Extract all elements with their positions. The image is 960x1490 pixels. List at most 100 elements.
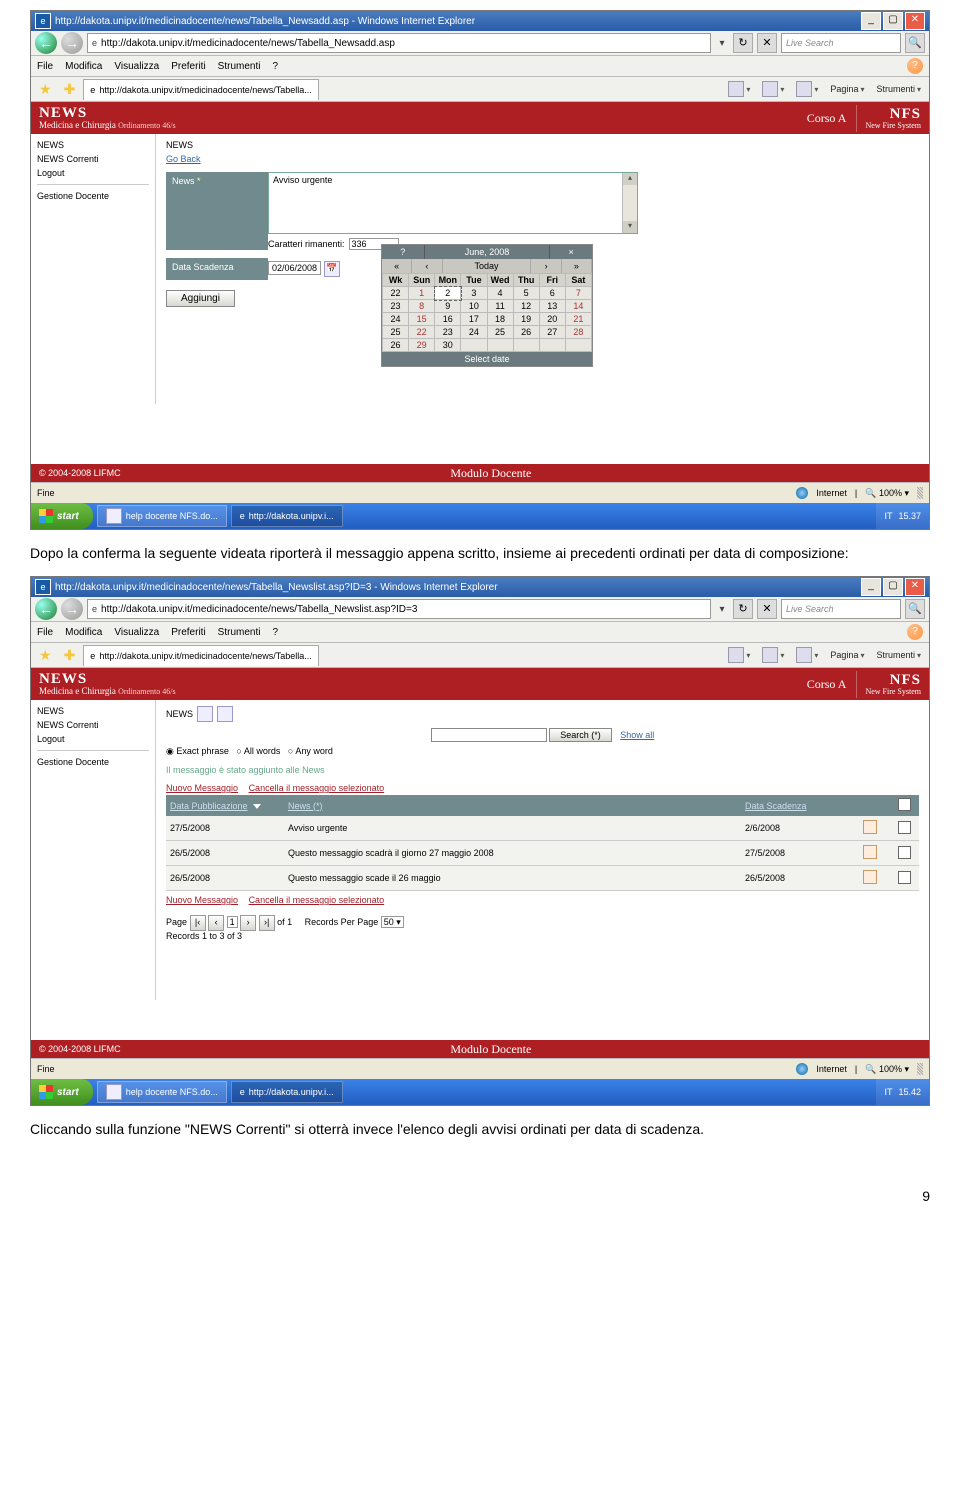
favorites-star-icon[interactable]: ★ xyxy=(35,81,56,98)
menu-strumenti[interactable]: Strumenti xyxy=(218,627,261,638)
strumenti-menu[interactable]: Strumenti▾ xyxy=(872,84,925,94)
menu-help[interactable]: ? xyxy=(272,61,278,72)
side-logout[interactable]: Logout xyxy=(37,732,149,746)
browser-tab[interactable]: e http://dakota.unipv.it/medicinadocente… xyxy=(83,645,318,666)
tray-lang[interactable]: IT xyxy=(884,511,892,521)
help-icon[interactable]: ? xyxy=(907,624,923,640)
radio-all[interactable]: ○ All words xyxy=(236,746,280,756)
menu-help[interactable]: ? xyxy=(272,627,278,638)
cal-month[interactable]: June, 2008 xyxy=(425,245,551,259)
add-favorites-icon[interactable]: ✚ xyxy=(60,81,80,98)
aggiungi-button[interactable]: Aggiungi xyxy=(166,290,235,307)
radio-any[interactable]: ○ Any word xyxy=(288,746,333,756)
show-all-link[interactable]: Show all xyxy=(620,730,654,740)
row-check[interactable] xyxy=(898,871,911,884)
refresh-button[interactable]: ↻ xyxy=(733,599,753,619)
address-dropdown[interactable]: ▾ xyxy=(715,38,729,49)
search-input[interactable] xyxy=(431,728,547,742)
menu-file[interactable]: File xyxy=(37,627,53,638)
menu-modifica[interactable]: Modifica xyxy=(65,61,102,72)
export-icon-2[interactable] xyxy=(217,706,233,722)
cal-prev-year[interactable]: « xyxy=(382,259,412,273)
minimize-button[interactable]: _ xyxy=(861,578,881,596)
task-ie[interactable]: ehttp://dakota.unipv.i... xyxy=(231,505,343,527)
row-check[interactable] xyxy=(898,821,911,834)
link-nuovo-messaggio[interactable]: Nuovo Messaggio xyxy=(166,783,238,793)
side-gestione[interactable]: Gestione Docente xyxy=(37,189,149,203)
favorites-star-icon[interactable]: ★ xyxy=(35,647,56,664)
add-favorites-icon[interactable]: ✚ xyxy=(60,647,80,664)
export-icon-1[interactable] xyxy=(197,706,213,722)
edit-icon[interactable] xyxy=(863,820,877,834)
cal-next-year[interactable]: » xyxy=(562,259,592,273)
zoom-text[interactable]: 🔍 100% ▾ xyxy=(865,488,909,499)
date-input[interactable]: 02/06/2008 xyxy=(268,261,321,275)
pager-first[interactable]: |‹ xyxy=(190,915,206,931)
records-per-page[interactable]: 50 ▾ xyxy=(381,916,404,928)
menu-preferiti[interactable]: Preferiti xyxy=(171,627,205,638)
zoom-text[interactable]: 🔍 100% ▾ xyxy=(865,1064,909,1075)
print-button[interactable]: ▾ xyxy=(792,647,822,663)
th-data-pub[interactable]: Data Pubblicazione xyxy=(170,801,248,811)
menu-preferiti[interactable]: Preferiti xyxy=(171,61,205,72)
stop-button[interactable]: ✕ xyxy=(757,33,777,53)
start-button[interactable]: start xyxy=(31,503,93,529)
side-news-correnti[interactable]: NEWS Correnti xyxy=(37,718,149,732)
browser-tab[interactable]: e http://dakota.unipv.it/medicinadocente… xyxy=(83,79,318,100)
task-word[interactable]: help docente NFS.do... xyxy=(97,1081,227,1103)
link-cancella[interactable]: Cancella il messaggio selezionato xyxy=(249,783,385,793)
side-gestione[interactable]: Gestione Docente xyxy=(37,755,149,769)
back-button[interactable]: ← xyxy=(35,598,57,620)
back-button[interactable]: ← xyxy=(35,32,57,54)
feeds-button[interactable]: ▾ xyxy=(758,647,788,663)
resize-grip[interactable] xyxy=(917,487,923,499)
stop-button[interactable]: ✕ xyxy=(757,599,777,619)
edit-icon[interactable] xyxy=(863,870,877,884)
search-box[interactable]: Live Search xyxy=(781,33,901,53)
strumenti-menu[interactable]: Strumenti▾ xyxy=(872,650,925,660)
menu-visualizza[interactable]: Visualizza xyxy=(114,61,159,72)
menu-file[interactable]: File xyxy=(37,61,53,72)
menu-strumenti[interactable]: Strumenti xyxy=(218,61,261,72)
close-button[interactable]: ✕ xyxy=(905,578,925,596)
search-button[interactable]: 🔍 xyxy=(905,599,925,619)
side-news[interactable]: NEWS xyxy=(37,704,149,718)
address-bar[interactable]: e http://dakota.unipv.it/medicinadocente… xyxy=(87,599,711,619)
link-nuovo-messaggio-2[interactable]: Nuovo Messaggio xyxy=(166,895,238,905)
cal-next-month[interactable]: › xyxy=(531,259,561,273)
pagina-menu[interactable]: Pagina▾ xyxy=(826,84,868,94)
cal-today[interactable]: Today xyxy=(443,259,532,273)
refresh-button[interactable]: ↻ xyxy=(733,33,753,53)
forward-button[interactable]: → xyxy=(61,32,83,54)
select-all-check[interactable] xyxy=(898,798,911,811)
link-cancella-2[interactable]: Cancella il messaggio selezionato xyxy=(249,895,385,905)
pager-next[interactable]: › xyxy=(240,915,256,931)
pager-last[interactable]: ›| xyxy=(259,915,275,931)
print-button[interactable]: ▾ xyxy=(792,81,822,97)
address-bar[interactable]: e http://dakota.unipv.it/medicinadocente… xyxy=(87,33,711,53)
calendar-icon[interactable]: 📅 xyxy=(324,261,340,277)
feeds-button[interactable]: ▾ xyxy=(758,81,788,97)
minimize-button[interactable]: _ xyxy=(861,12,881,30)
task-ie[interactable]: ehttp://dakota.unipv.i... xyxy=(231,1081,343,1103)
pager-prev[interactable]: ‹ xyxy=(208,915,224,931)
go-back-link[interactable]: Go Back xyxy=(166,154,201,164)
start-button[interactable]: start xyxy=(31,1079,93,1105)
address-dropdown[interactable]: ▾ xyxy=(715,604,729,615)
th-news[interactable]: News (*) xyxy=(288,801,323,811)
cal-x[interactable]: × xyxy=(550,245,592,259)
radio-exact[interactable]: ◉ Exact phrase xyxy=(166,746,229,756)
news-textarea[interactable]: Avviso urgente ▴▾ xyxy=(268,172,638,234)
maximize-button[interactable]: ▢ xyxy=(883,578,903,596)
forward-button[interactable]: → xyxy=(61,598,83,620)
search-button[interactable]: 🔍 xyxy=(905,33,925,53)
help-icon[interactable]: ? xyxy=(907,58,923,74)
home-button[interactable]: ▾ xyxy=(724,647,754,663)
th-data-scad[interactable]: Data Scadenza xyxy=(745,801,807,811)
pagina-menu[interactable]: Pagina▾ xyxy=(826,650,868,660)
close-button[interactable]: ✕ xyxy=(905,12,925,30)
task-word[interactable]: help docente NFS.do... xyxy=(97,505,227,527)
side-news[interactable]: NEWS xyxy=(37,138,149,152)
search-button[interactable]: Search (*) xyxy=(549,728,612,742)
search-box[interactable]: Live Search xyxy=(781,599,901,619)
